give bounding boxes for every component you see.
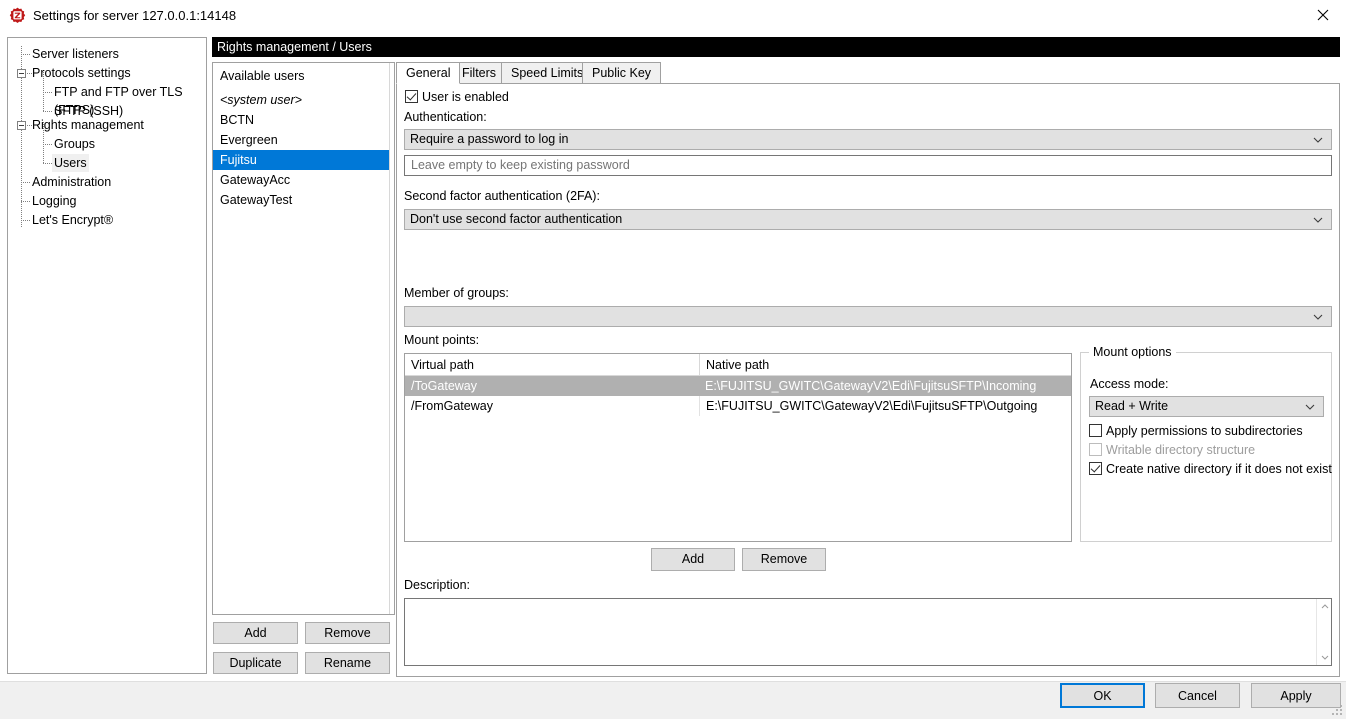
column-header-virtual-path[interactable]: Virtual path — [405, 354, 699, 376]
column-header-native-path[interactable]: Native path — [699, 354, 1071, 376]
sidebar-item-rights-management[interactable]: Rights management — [32, 116, 144, 134]
window-title: Settings for server 127.0.0.1:14148 — [33, 8, 237, 23]
chevron-down-icon — [1313, 130, 1323, 149]
sidebar-item-groups[interactable]: Groups — [54, 135, 95, 153]
apply-permissions-subdirectories-checkbox[interactable] — [1089, 424, 1102, 437]
sidebar-item-administration[interactable]: Administration — [32, 173, 111, 191]
tree-connector — [43, 111, 53, 112]
duplicate-user-button[interactable]: Duplicate — [213, 652, 298, 674]
apply-button[interactable]: Apply — [1251, 683, 1341, 708]
tree-inner: Server listeners Protocols settings FTP … — [8, 38, 206, 228]
tree-expander-rights[interactable] — [17, 121, 26, 130]
user-enabled-checkbox[interactable] — [405, 90, 418, 103]
title-bar: Settings for server 127.0.0.1:14148 — [0, 0, 1346, 31]
list-item[interactable]: Evergreen — [213, 130, 394, 150]
password-field[interactable]: Leave empty to keep existing password — [404, 155, 1332, 176]
mount-points-label: Mount points: — [404, 333, 480, 347]
chevron-down-icon — [1305, 397, 1315, 416]
table-row[interactable]: /ToGateway E:\FUJITSU_GWITC\GatewayV2\Ed… — [405, 376, 1071, 396]
access-mode-label: Access mode: — [1090, 377, 1169, 391]
remove-user-button[interactable]: Remove — [305, 622, 390, 644]
tree-connector — [21, 182, 31, 183]
second-factor-select[interactable]: Don't use second factor authentication — [404, 209, 1332, 230]
add-mount-point-button[interactable]: Add — [651, 548, 735, 571]
users-list-scrollbar[interactable] — [389, 63, 394, 614]
available-users-panel: Available users <system user> BCTN Everg… — [212, 62, 395, 615]
tab-general[interactable]: General — [396, 62, 461, 84]
list-item[interactable]: <system user> — [213, 90, 394, 110]
settings-window: Settings for server 127.0.0.1:14148 Serv… — [0, 0, 1346, 719]
mount-options-title: Mount options — [1089, 346, 1176, 359]
access-mode-select[interactable]: Read + Write — [1089, 396, 1324, 417]
remove-mount-point-button[interactable]: Remove — [742, 548, 826, 571]
second-factor-value: Don't use second factor authentication — [410, 212, 623, 226]
tab-public-key[interactable]: Public Key — [582, 62, 662, 84]
available-users-label: Available users — [220, 69, 305, 83]
tree-connector — [43, 144, 53, 145]
writable-directory-structure-checkbox — [1089, 443, 1102, 456]
list-item[interactable]: BCTN — [213, 110, 394, 130]
create-native-directory-checkbox[interactable] — [1089, 462, 1102, 475]
tab-speed-limits[interactable]: Speed Limits — [501, 62, 594, 84]
apply-permissions-subdirectories-label: Apply permissions to subdirectories — [1106, 424, 1303, 438]
authentication-select[interactable]: Require a password to log in — [404, 129, 1332, 150]
tree-connector — [21, 220, 31, 221]
rename-user-button[interactable]: Rename — [305, 652, 390, 674]
description-label: Description: — [404, 578, 470, 592]
sidebar-item-server-listeners[interactable]: Server listeners — [32, 45, 119, 63]
scroll-up-icon[interactable] — [1317, 599, 1332, 614]
breadcrumb: Rights management / Users — [212, 37, 1340, 57]
list-item-selected[interactable]: Fujitsu — [213, 150, 394, 170]
authentication-label: Authentication: — [404, 110, 487, 124]
cancel-button[interactable]: Cancel — [1155, 683, 1240, 708]
cell-native-path: E:\FUJITSU_GWITC\GatewayV2\Edi\FujitsuSF… — [699, 396, 1071, 416]
tab-bar: General Filters Speed Limits Public Key — [396, 62, 1340, 84]
add-user-button[interactable]: Add — [213, 622, 298, 644]
member-of-groups-label: Member of groups: — [404, 286, 509, 300]
tree-connector — [21, 201, 31, 202]
scroll-down-icon[interactable] — [1317, 650, 1332, 665]
cell-virtual-path: /ToGateway — [411, 379, 478, 393]
create-native-directory-label: Create native directory if it does not e… — [1106, 462, 1332, 476]
mount-points-table[interactable]: Virtual path Native path /ToGateway E:\F… — [404, 353, 1072, 542]
cell-virtual-path: /FromGateway — [411, 399, 493, 413]
authentication-value: Require a password to log in — [410, 132, 569, 146]
tree-connector — [43, 92, 53, 93]
tree-connector — [21, 54, 31, 55]
cell-native-path: E:\FUJITSU_GWITC\GatewayV2\Edi\FujitsuSF… — [705, 379, 1037, 393]
writable-directory-structure-label: Writable directory structure — [1106, 443, 1256, 457]
sidebar-item-lets-encrypt[interactable]: Let's Encrypt® — [32, 211, 113, 229]
chevron-down-icon — [1313, 210, 1323, 229]
password-placeholder: Leave empty to keep existing password — [411, 158, 630, 172]
list-item[interactable]: GatewayTest — [213, 190, 394, 210]
filezilla-server-icon — [9, 7, 26, 24]
sidebar-item-protocols-settings[interactable]: Protocols settings — [32, 64, 131, 82]
list-item[interactable]: GatewayAcc — [213, 170, 394, 190]
description-scrollbar[interactable] — [1316, 599, 1331, 665]
chevron-down-icon — [1313, 307, 1323, 326]
close-icon[interactable] — [1300, 0, 1346, 30]
tree-expander-protocols[interactable] — [17, 69, 26, 78]
member-of-groups-select[interactable] — [404, 306, 1332, 327]
sidebar-item-logging[interactable]: Logging — [32, 192, 77, 210]
ok-button[interactable]: OK — [1060, 683, 1145, 708]
description-textarea[interactable] — [404, 598, 1332, 666]
user-enabled-label: User is enabled — [422, 90, 509, 104]
sidebar-item-users[interactable]: Users — [52, 154, 89, 172]
table-header-row: Virtual path Native path — [405, 354, 1071, 376]
second-factor-label: Second factor authentication (2FA): — [404, 189, 600, 203]
access-mode-value: Read + Write — [1095, 399, 1169, 413]
table-row[interactable]: /FromGateway E:\FUJITSU_GWITC\GatewayV2\… — [405, 396, 1071, 416]
navigation-tree[interactable]: Server listeners Protocols settings FTP … — [7, 37, 207, 674]
available-users-list[interactable]: <system user> BCTN Evergreen Fujitsu Gat… — [213, 90, 394, 614]
